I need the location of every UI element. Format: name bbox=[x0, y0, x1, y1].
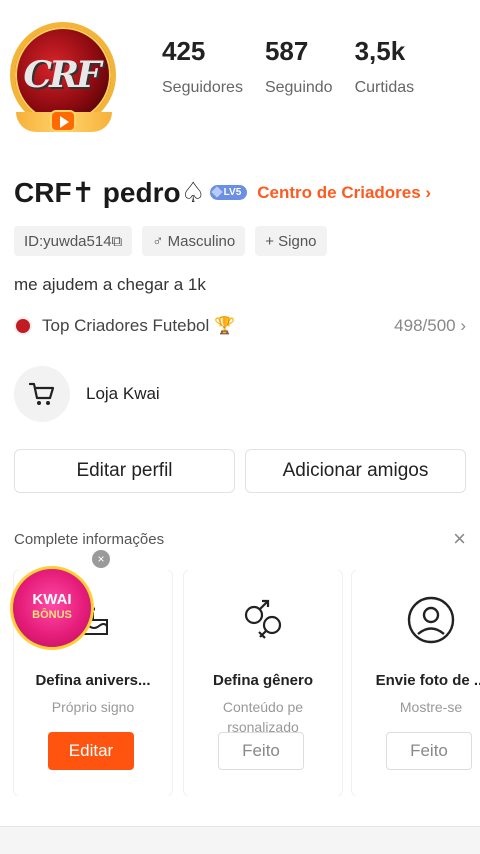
stat-value: 425 bbox=[162, 36, 206, 66]
kwai-bonus-close-icon[interactable]: × bbox=[92, 550, 110, 568]
stat-label: Curtidas bbox=[354, 79, 415, 96]
stat-value: 3,5k bbox=[354, 36, 406, 66]
gender-icon bbox=[184, 570, 342, 670]
gender-tag[interactable]: ♂ Masculino bbox=[142, 226, 246, 256]
level-badge[interactable]: LV5 bbox=[209, 185, 248, 200]
stat-value: 587 bbox=[264, 36, 309, 66]
stat-followers[interactable]: 425 Seguidores bbox=[162, 36, 243, 97]
cart-icon bbox=[14, 366, 70, 422]
stat-label: Seguindo bbox=[264, 79, 333, 96]
stat-likes[interactable]: 3,5k Curtidas bbox=[355, 36, 415, 97]
edit-button[interactable]: Editar bbox=[48, 732, 134, 770]
ranking-label: Top Criadores Futebol 🏆 bbox=[42, 316, 236, 335]
kwai-bonus-line1: KWAI bbox=[32, 591, 72, 608]
profile-stats: 425 Seguidores 587 Seguindo 3,5k Curtida… bbox=[162, 36, 436, 97]
kwai-bonus-line2: BÔNUS bbox=[32, 609, 72, 621]
user-photo-icon bbox=[352, 570, 480, 670]
complete-info-header: Complete informações × bbox=[14, 528, 466, 550]
name-row: CRF✝ pedro♤ LV5 Centro de Criadores › bbox=[14, 176, 431, 209]
card-subtitle: Conteúdo pe rsonalizado bbox=[222, 699, 304, 735]
play-icon bbox=[50, 110, 76, 132]
sign-tag[interactable]: + Signo bbox=[255, 226, 327, 256]
complete-info-title: Complete informações bbox=[14, 530, 165, 548]
profile-bio: me ajudem a chegar a 1k bbox=[14, 275, 206, 294]
user-id-tag[interactable]: ID:yuwda514⧉ bbox=[14, 226, 133, 256]
card-subtitle: Próprio signo bbox=[51, 699, 135, 715]
card-subtitle: Mostre-se bbox=[399, 699, 463, 715]
profile-actions: Editar perfil Adicionar amigos bbox=[14, 449, 466, 493]
close-icon[interactable]: × bbox=[453, 528, 466, 550]
card-title: Defina anivers... bbox=[35, 672, 151, 689]
kwai-bonus-badge[interactable]: KWAI BÔNUS bbox=[10, 566, 94, 650]
card-gender[interactable]: Defina gênero Conteúdo pe rsonalizado Fe… bbox=[184, 570, 342, 796]
card-photo[interactable]: Envie foto de ... Mostre-se Feito bbox=[352, 570, 480, 796]
profile-avatar[interactable]: CRF bbox=[8, 20, 120, 136]
shop-label: Loja Kwai bbox=[86, 384, 160, 403]
done-button[interactable]: Feito bbox=[218, 732, 304, 770]
ranking-value: 498/500 › bbox=[394, 316, 466, 335]
add-friends-button[interactable]: Adicionar amigos bbox=[245, 449, 466, 493]
avatar-logo-text: CRF bbox=[23, 54, 101, 96]
card-title: Envie foto de ... bbox=[375, 672, 480, 689]
stat-label: Seguidores bbox=[162, 79, 243, 96]
club-badge-icon bbox=[14, 317, 32, 335]
bottom-tab-strip bbox=[0, 826, 480, 854]
card-title: Defina gênero bbox=[212, 672, 314, 689]
ranking-row[interactable]: Top Criadores Futebol 🏆 498/500 › bbox=[14, 316, 466, 336]
done-button[interactable]: Feito bbox=[386, 732, 472, 770]
profile-name: CRF✝ pedro♤ bbox=[14, 177, 206, 208]
stat-following[interactable]: 587 Seguindo bbox=[265, 36, 333, 97]
ranking-left: Top Criadores Futebol 🏆 bbox=[14, 316, 235, 336]
edit-profile-button[interactable]: Editar perfil bbox=[14, 449, 235, 493]
profile-tags: ID:yuwda514⧉ ♂ Masculino + Signo bbox=[14, 226, 337, 256]
creator-center-link[interactable]: Centro de Criadores › bbox=[257, 183, 431, 203]
shop-entry[interactable]: Loja Kwai bbox=[14, 366, 160, 422]
